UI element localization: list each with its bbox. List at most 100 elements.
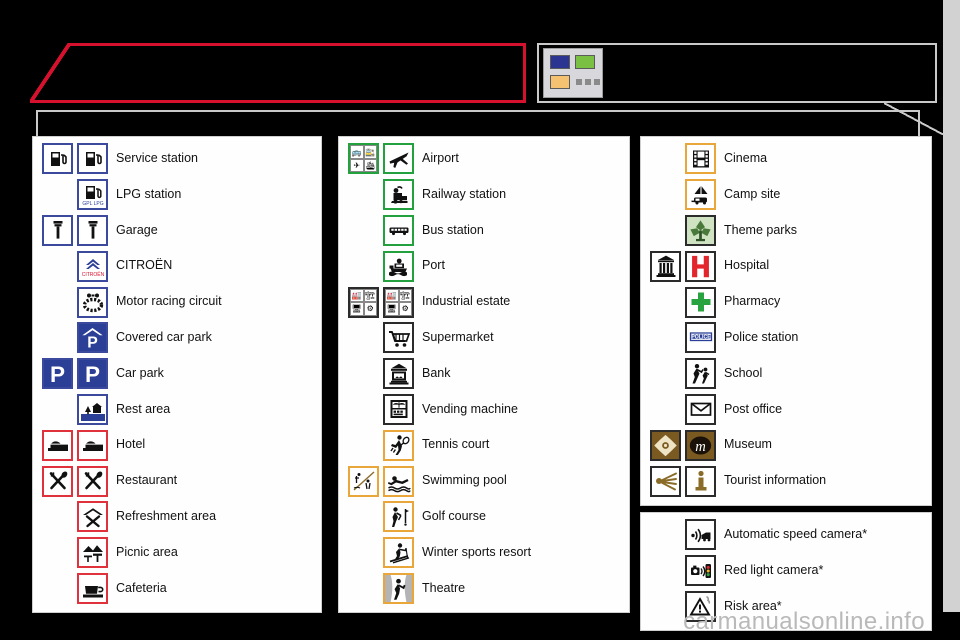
svg-text:P: P [50,362,65,387]
legend-row: Vending machine [339,392,629,428]
legend-row-label: Picnic area [116,544,178,559]
legend-row-icons [339,465,418,497]
legend-row: Red light camera* [641,553,931,589]
legend-swatch-blue [550,55,570,69]
legend-row: Restaurant [33,463,321,499]
refreshment-icon [77,501,108,533]
legend-row-icons [641,393,720,425]
industry-quad-icon: 🏭 🏗 🖥 ⚙ [348,286,379,318]
legend-row-icons [641,286,720,318]
legend-swatch-grey-dots [576,79,600,85]
legend-row: Theme parks [641,213,931,249]
hospital-h-icon [685,250,716,282]
train-icon [383,179,414,211]
legend-row: Cafeteria [33,571,321,607]
spark-plug-icon [42,214,73,246]
svg-text:m: m [695,439,706,455]
legend-row: Railway station [339,177,629,213]
legend-row: Hotel [33,427,321,463]
site-watermark: carmanualsonline.info [683,607,925,635]
legend-row-icons [339,393,418,425]
legend-row: Pharmacy [641,284,931,320]
legend-row-label: Theatre [422,580,466,595]
vending-machine-icon [383,393,414,425]
museum-m-icon: m [685,429,716,461]
legend-row-icons [33,429,112,461]
legend-row: Golf course [339,499,629,535]
pharmacy-cross-icon [685,286,716,318]
legend-row-icons [33,143,112,175]
legend-row-label: Motor racing circuit [116,294,222,309]
airplane-icon [383,143,414,175]
legend-row-label: Restaurant [116,473,178,488]
theme-park-icon [685,214,716,246]
legend-row-icons [339,429,418,461]
legend-row-icons [339,572,418,604]
legend-row: 🏭 🏗 🖥 ⚙ 🏭 🏗 🖥 ⚙ Industrial estate [339,284,629,320]
parking-icon: P [42,358,73,390]
legend-row: CITROËN CITROËN [33,248,321,284]
subbar-corner-cut [884,103,944,135]
bank-icon [383,358,414,390]
chapter-banner [30,43,526,103]
legend-row: POLICE Police station [641,320,931,356]
legend-row-label: Vending machine [422,401,518,416]
legend-row-icons [33,501,112,533]
legend-row: Swimming pool [339,463,629,499]
tennis-player-icon [383,429,414,461]
legend-row: Cinema [641,141,931,177]
legend-row-label: Swimming pool [422,473,507,488]
legend-row: Post office [641,392,931,428]
legend-row: m Museum [641,427,931,463]
legend-row: Supermarket [339,320,629,356]
info-i-icon [685,465,716,497]
cutlery-icon [77,465,108,497]
school-children-icon [685,358,716,390]
legend-row-icons [33,393,112,425]
legend-row-label: Automatic speed camera* [724,526,868,541]
legend-row-icons: PP [33,358,112,390]
legend-row-label: Tourist information [724,473,827,488]
legend-row: Service station [33,141,321,177]
legend-row-label: Car park [116,365,164,380]
legend-row-icons [339,214,418,246]
legend-row: Refreshment area [33,499,321,535]
legend-row-icons [33,286,112,318]
picnic-table-icon [77,537,108,569]
legend-row-label: Golf course [422,508,486,523]
envelope-icon [685,393,716,425]
legend-row-label: Railway station [422,186,507,201]
legend-row-icons: P [33,322,112,354]
swimmer-icon [383,465,414,497]
coffee-cup-icon [77,572,108,604]
legend-row: Rest area [33,392,321,428]
legend-swatch-green [575,55,595,69]
legend-row-label: Hospital [724,258,770,273]
legend-row-label: Museum [724,437,772,452]
page-edge-strip [943,0,960,612]
legend-row-icons [641,555,720,587]
legend-row-icons [641,519,720,551]
legend-column-1: Service station GPL LPG LPG station Garage C… [32,136,322,614]
legend-row-label: Winter sports resort [422,544,532,559]
industry-quad-icon: 🏭 🏗 🖥 ⚙ [383,286,414,318]
legend-row-icons [33,465,112,497]
legend-row-icons [339,358,418,390]
legend-row: Picnic area [33,535,321,571]
legend-row-label: Pharmacy [724,294,781,309]
legend-column-3: Cinema Camp site Theme parks Hospital Pharma… [640,136,932,632]
legend-row-label: Hotel [116,437,146,452]
legend-row-icons: 🚌 🚉 ✈ 🛳 [339,143,418,175]
legend-row-label: Post office [724,401,783,416]
legend-row-icons [641,465,720,497]
legend-row-icons [339,250,418,282]
legend-row-label: Garage [116,222,158,237]
legend-row-label: CITROËN [116,258,173,273]
legend-row-label: Tennis court [422,437,490,452]
legend-row: GPL LPG LPG station [33,177,321,213]
legend-row: Camp site [641,177,931,213]
legend-row-label: Bank [422,365,451,380]
ferry-icon [383,250,414,282]
legend-row-label: Cinema [724,151,768,166]
legend-row-icons [339,537,418,569]
